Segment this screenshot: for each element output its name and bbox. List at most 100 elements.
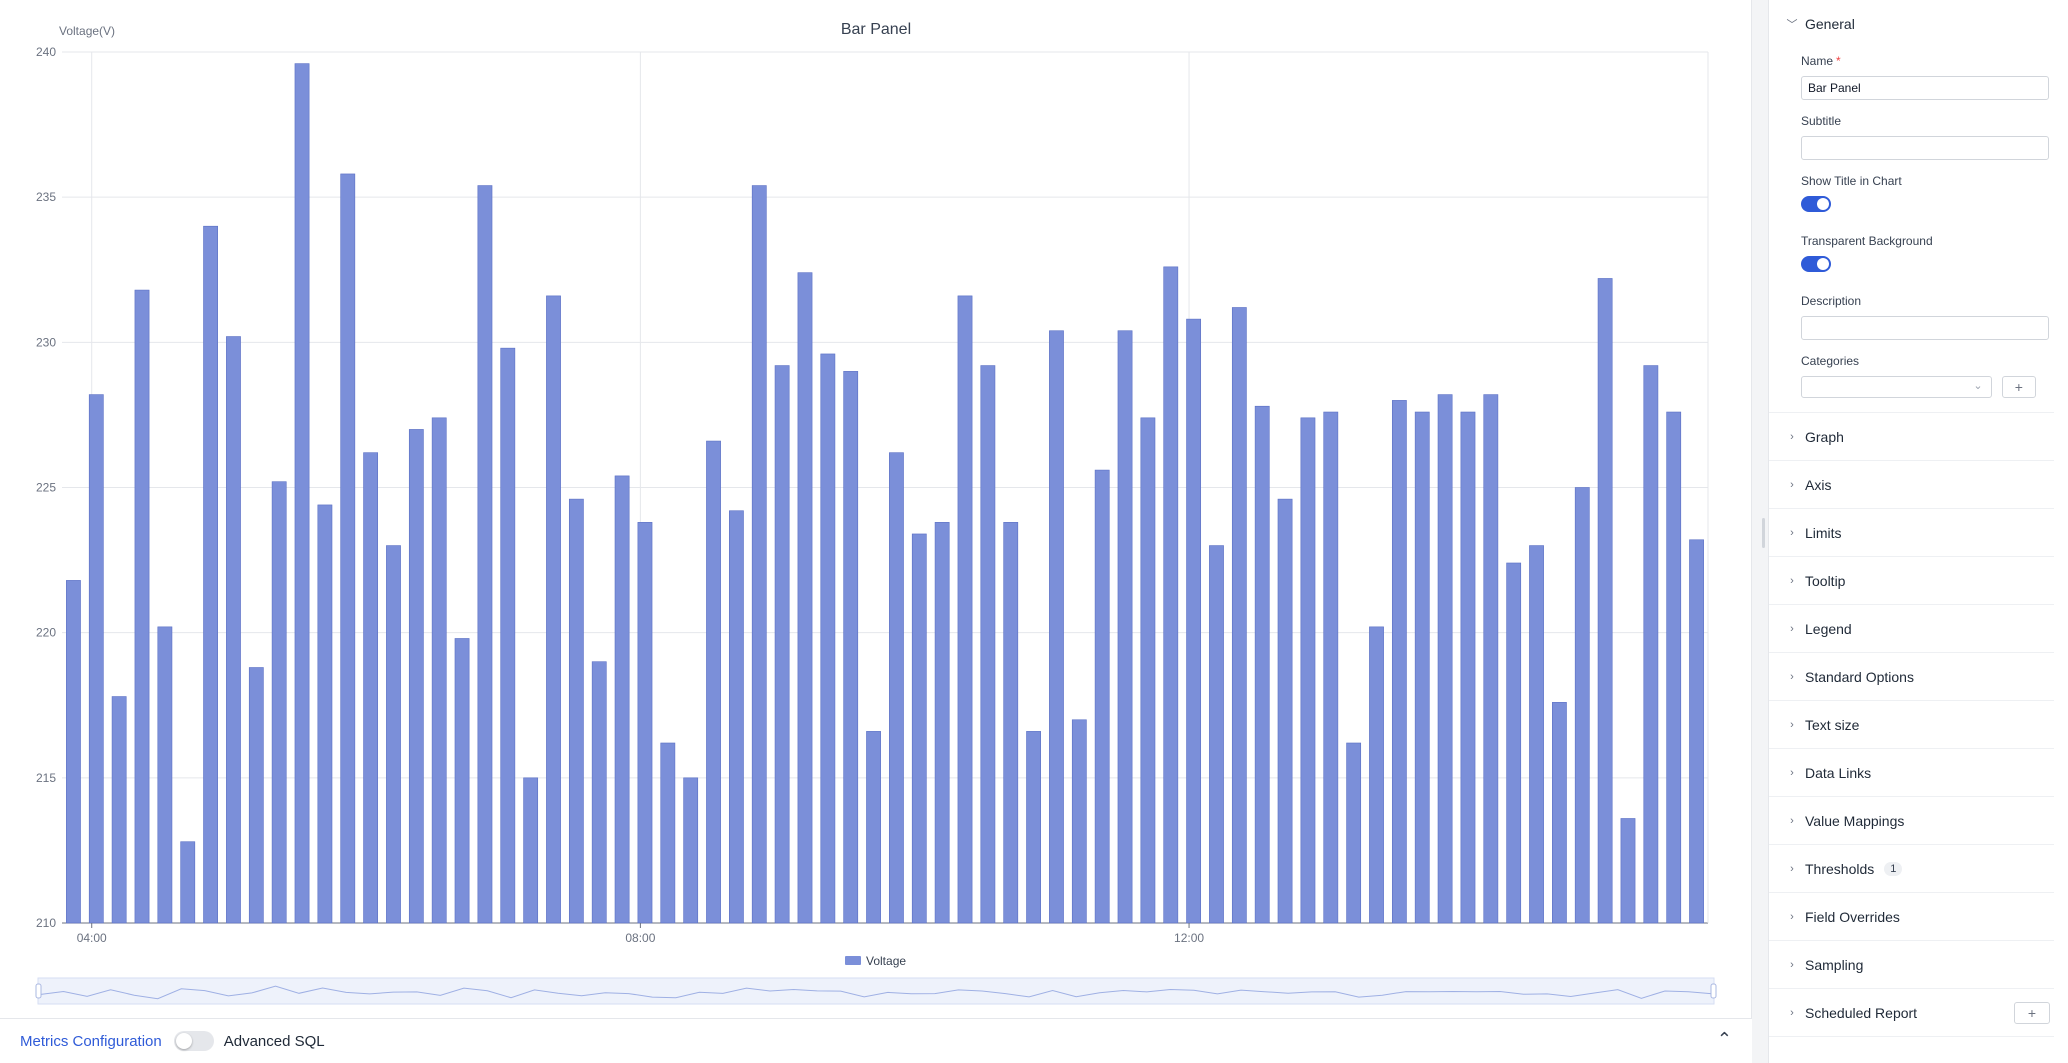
bar[interactable] [866,731,881,924]
transparent-background-toggle[interactable] [1801,256,1831,272]
show-title-toggle[interactable] [1801,196,1831,212]
bar[interactable] [1506,562,1522,924]
resize-handle[interactable] [1762,518,1765,548]
bar[interactable] [1529,545,1544,924]
zoom-slider-handle-right[interactable] [1710,983,1717,999]
bar[interactable] [1231,307,1247,924]
bar[interactable] [111,696,127,924]
metrics-configuration-tab[interactable]: Metrics Configuration [20,1033,162,1050]
bar[interactable] [134,289,150,924]
bar[interactable] [1666,411,1682,924]
bar[interactable] [431,417,447,924]
bar[interactable] [157,626,173,924]
section-field-overrides[interactable]: › Field Overrides [1769,893,2054,941]
bar[interactable] [1346,742,1362,924]
bar[interactable] [1369,626,1384,924]
add-scheduled-report-button[interactable]: + [2014,1001,2050,1024]
bar[interactable] [248,667,264,924]
advanced-sql-toggle[interactable] [173,1031,214,1051]
bar[interactable] [706,440,721,924]
bar[interactable] [1071,719,1087,924]
bar[interactable] [1003,522,1019,924]
bar[interactable] [911,533,927,924]
section-value-mappings[interactable]: › Value Mappings [1769,797,2054,845]
bar[interactable] [386,545,401,924]
name-input[interactable] [1801,76,2049,100]
categories-select[interactable]: ⌄ [1801,376,1992,398]
section-axis[interactable]: › Axis [1769,461,2054,509]
bar[interactable] [797,272,813,924]
bar[interactable] [203,225,218,924]
section-graph[interactable]: › Graph [1769,413,2054,461]
bar[interactable] [614,475,630,924]
bar[interactable] [1117,330,1133,924]
bar[interactable] [751,185,767,924]
bar[interactable] [500,347,516,924]
bar[interactable] [1209,545,1224,924]
bar[interactable] [1323,411,1339,924]
bar[interactable] [226,336,241,924]
bar[interactable] [1049,330,1064,924]
bar[interactable] [934,522,950,924]
bar[interactable] [1140,417,1156,924]
bar[interactable] [1620,818,1636,924]
bar[interactable] [1414,411,1430,924]
bar[interactable] [1391,400,1407,924]
section-general[interactable]: ﹀ General [1769,0,2054,48]
bar[interactable] [980,365,996,924]
bar[interactable] [729,510,744,924]
bar[interactable] [1552,702,1567,924]
bar[interactable] [317,504,333,924]
section-data-links[interactable]: › Data Links [1769,749,2054,797]
zoom-slider[interactable] [35,977,1717,1005]
bar[interactable] [1186,318,1202,924]
bar[interactable] [363,452,379,924]
bar[interactable] [454,638,470,924]
bar[interactable] [820,353,836,924]
bar[interactable] [1277,498,1293,924]
section-tooltip[interactable]: › Tooltip [1769,557,2054,605]
bar[interactable] [1437,394,1453,924]
bar[interactable] [546,295,561,924]
section-text-size[interactable]: › Text size [1769,701,2054,749]
bar[interactable] [637,522,653,924]
bar[interactable] [340,173,356,924]
legend[interactable]: Voltage [845,954,906,968]
bar[interactable] [1254,405,1270,924]
bar[interactable] [1163,266,1179,924]
bar[interactable] [477,185,493,924]
bar[interactable] [180,841,196,924]
bar[interactable] [271,481,287,924]
bar[interactable] [660,742,676,924]
bar[interactable] [1689,539,1704,924]
bar[interactable] [66,580,81,924]
subtitle-input[interactable] [1801,136,2049,160]
bar[interactable] [1597,278,1613,924]
bar[interactable] [1483,394,1499,924]
add-category-button[interactable]: + [2001,376,2036,398]
bar[interactable] [88,394,104,924]
bar[interactable] [523,777,539,924]
bar[interactable] [591,661,607,924]
description-input[interactable] [1801,316,2049,340]
bar[interactable] [889,452,904,924]
section-thresholds[interactable]: › Thresholds 1 [1769,845,2054,893]
bar[interactable] [408,429,424,924]
bar[interactable] [774,365,790,924]
zoom-slider-track[interactable] [37,977,1715,1005]
section-sampling[interactable]: › Sampling [1769,941,2054,989]
chevron-up-icon[interactable]: ⌃ [1717,1029,1732,1050]
bar[interactable] [294,63,310,924]
bar[interactable] [1643,365,1659,924]
bar[interactable] [683,777,699,924]
bar[interactable] [957,295,973,924]
section-limits[interactable]: › Limits [1769,509,2054,557]
bar[interactable] [568,498,584,924]
bar[interactable] [1460,411,1476,924]
section-legend[interactable]: › Legend [1769,605,2054,653]
bar[interactable] [843,371,859,924]
section-standard-options[interactable]: › Standard Options [1769,653,2054,701]
bar[interactable] [1026,731,1041,924]
bar[interactable] [1574,487,1590,924]
bar[interactable] [1300,417,1316,924]
